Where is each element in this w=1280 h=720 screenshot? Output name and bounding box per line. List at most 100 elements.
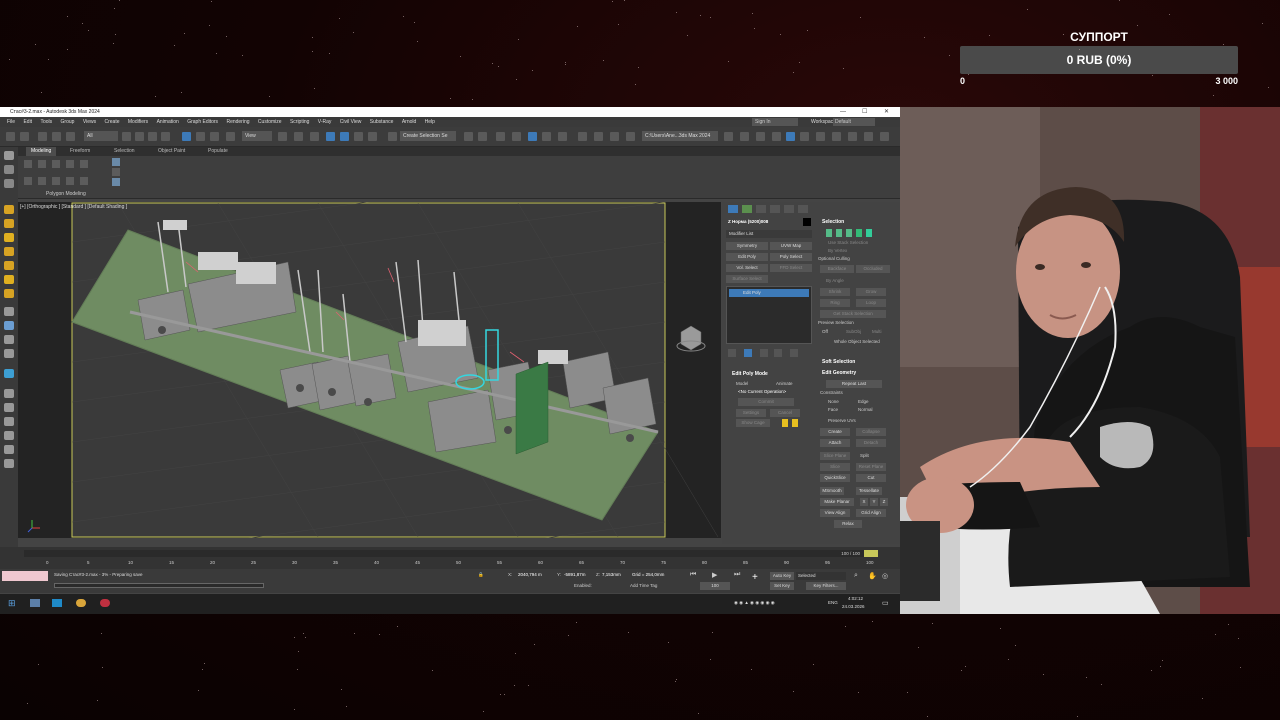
ribbon-button[interactable]: [24, 177, 32, 185]
sign-in-button[interactable]: Sign In: [752, 118, 798, 126]
time-slider-handle[interactable]: [864, 550, 878, 557]
tool-icon[interactable]: [4, 261, 14, 270]
show-cage-button[interactable]: Show Cage: [736, 419, 770, 427]
preview-subobj-radio[interactable]: SubObj: [846, 329, 861, 334]
polygon-icon[interactable]: [856, 229, 862, 237]
menu-item[interactable]: Edit: [23, 117, 32, 127]
material-editor-icon[interactable]: [578, 132, 587, 141]
tab-populate[interactable]: Populate: [208, 147, 228, 156]
menu-item[interactable]: Modifiers: [128, 117, 148, 127]
timeline[interactable]: 100 / 100 0 5 10 15 20 25 30 35 40 45 50 55 60 65 70 75…: [0, 547, 900, 569]
goto-start-icon[interactable]: ⏮: [690, 571, 696, 579]
undo-icon[interactable]: [6, 132, 15, 141]
attach-button[interactable]: Attach: [820, 439, 850, 447]
cut-button[interactable]: Cut: [856, 474, 886, 482]
workspaces-dropdown[interactable]: Default: [833, 118, 875, 126]
schematic-view-icon[interactable]: [558, 132, 567, 141]
relax-button[interactable]: Relax: [834, 520, 862, 528]
modifier-stack[interactable]: Edit Poly: [726, 286, 812, 344]
tool-icon[interactable]: [4, 417, 14, 426]
menu-item[interactable]: Create: [104, 117, 119, 127]
msmooth-button[interactable]: MSmooth: [820, 487, 844, 495]
key-mode-dropdown[interactable]: Selected: [796, 572, 846, 580]
link-icon[interactable]: [38, 132, 47, 141]
backface-button[interactable]: Backface: [820, 265, 854, 273]
render-setup-icon[interactable]: [594, 132, 603, 141]
tool-icon[interactable]: [4, 275, 14, 284]
planar-y-button[interactable]: Y: [870, 498, 878, 506]
poly-select-button[interactable]: Poly Select: [770, 253, 812, 261]
soft-selection-header[interactable]: Soft Selection: [822, 359, 855, 365]
menu-item[interactable]: Views: [83, 117, 96, 127]
border-icon[interactable]: [846, 229, 852, 237]
bind-icon[interactable]: [66, 132, 75, 141]
ribbon-button[interactable]: [66, 160, 74, 168]
pivot-icon[interactable]: [278, 132, 287, 141]
rotate-icon[interactable]: [196, 132, 205, 141]
pan-icon[interactable]: ✋: [868, 572, 877, 580]
ribbon-button[interactable]: [80, 160, 88, 168]
preview-off-radio[interactable]: Off: [822, 329, 828, 334]
ribbon-button[interactable]: [52, 160, 60, 168]
repeat-last-button[interactable]: Repeat Last: [826, 380, 882, 388]
maxscript-listener[interactable]: [2, 571, 48, 581]
make-planar-button[interactable]: Make Planar: [820, 498, 854, 506]
slice-button[interactable]: Slice: [820, 463, 850, 471]
windows-start-icon[interactable]: ⊞: [8, 598, 16, 609]
ribbon-button[interactable]: [38, 160, 46, 168]
zoom-icon[interactable]: ⌕: [854, 572, 858, 580]
toolbar-extra-icon[interactable]: [832, 132, 841, 141]
tray-icons[interactable]: ◉ ◉ ▲ ◉ ◉ ◉ ◉ ◉: [734, 600, 775, 606]
filter-dropdown[interactable]: All: [84, 131, 118, 141]
vol-select-button[interactable]: Vol. Select: [726, 264, 768, 272]
curve-editor-icon[interactable]: [542, 132, 551, 141]
model-radio[interactable]: Model: [736, 381, 748, 386]
object-color-swatch[interactable]: [803, 218, 811, 226]
placement-icon[interactable]: [226, 132, 235, 141]
coord-x-field[interactable]: 2040,794 m: [518, 572, 542, 577]
ribbon-button[interactable]: [24, 160, 32, 168]
selection-header[interactable]: Selection: [822, 219, 844, 225]
rect-select-icon[interactable]: [148, 132, 157, 141]
tool-icon[interactable]: [4, 369, 14, 378]
ribbon-toggle-icon[interactable]: [528, 132, 537, 141]
make-unique-icon[interactable]: [760, 349, 768, 357]
quickslice-button[interactable]: QuickSlice: [820, 474, 850, 482]
uvw-map-button[interactable]: UVW Map: [770, 242, 812, 250]
unlink-icon[interactable]: [52, 132, 61, 141]
tool-icon[interactable]: [4, 205, 14, 214]
tool-icon[interactable]: [4, 445, 14, 454]
angle-snap-icon[interactable]: [340, 132, 349, 141]
tool-icon[interactable]: [4, 389, 14, 398]
tool-icon[interactable]: [4, 289, 14, 298]
constraint-normal-radio[interactable]: Normal: [858, 407, 873, 412]
menu-item[interactable]: Arnold: [402, 117, 416, 127]
align-icon[interactable]: [478, 132, 487, 141]
split-checkbox[interactable]: Split: [860, 453, 869, 458]
tool-icon[interactable]: [4, 335, 14, 344]
preserve-uvs-checkbox[interactable]: Preserve UVs: [828, 418, 856, 423]
tool-icon[interactable]: [4, 219, 14, 228]
ribbon-button[interactable]: [38, 177, 46, 185]
pin-stack-icon[interactable]: [728, 349, 736, 357]
ribbon-button[interactable]: [112, 168, 120, 176]
ribbon-button[interactable]: [52, 177, 60, 185]
clock-time[interactable]: 4:02:12: [848, 596, 863, 601]
scale-icon[interactable]: [210, 132, 219, 141]
hand-icon[interactable]: [4, 151, 14, 160]
add-key-icon[interactable]: +: [752, 572, 758, 583]
window-crossing-icon[interactable]: [161, 132, 170, 141]
constraint-edge-radio[interactable]: Edge: [858, 399, 869, 404]
constraint-none-radio[interactable]: None: [828, 399, 839, 404]
menu-item[interactable]: Tools: [40, 117, 52, 127]
ring-button[interactable]: Ring: [820, 299, 850, 307]
menu-item[interactable]: Civil View: [340, 117, 362, 127]
toolbar-extra-icon[interactable]: [724, 132, 733, 141]
occluded-button[interactable]: Occluded: [856, 265, 890, 273]
show-end-result-icon[interactable]: [744, 349, 752, 357]
remove-modifier-icon[interactable]: [774, 349, 782, 357]
edit-poly-mode-header[interactable]: Edit Poly Mode: [732, 371, 768, 377]
selection-set-dropdown[interactable]: Create Selection Se: [400, 131, 456, 141]
cancel-button[interactable]: Cancel: [770, 409, 800, 417]
move-icon[interactable]: [182, 132, 191, 141]
